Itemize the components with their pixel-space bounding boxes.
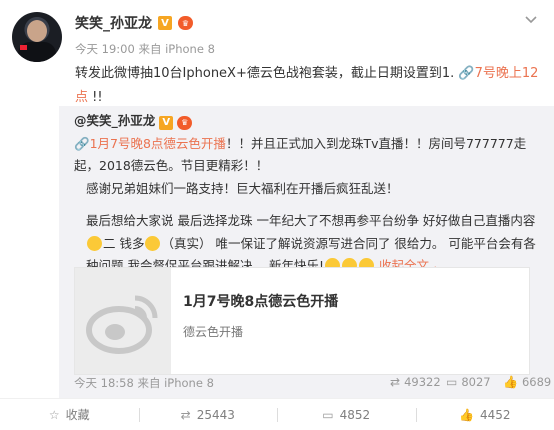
author-name-row: 笑笑_孙亚龙 V ♛ (75, 13, 193, 33)
repost-footer: 今天 18:58 来自 iPhone 8 ⇄ 49322 ▭ 8027 👍 6689 (74, 371, 551, 391)
thumb-up-icon: 👍 (459, 407, 474, 422)
repost-text-3b: 二 钱多 (103, 235, 145, 251)
comment-count[interactable]: ▭ 8027 (446, 375, 491, 389)
repost-icon: ⇄ (180, 407, 191, 422)
repost-text-3: 最后想给大家说 最后选择龙珠 一年纪大了不想再参平台纷争 好好做自己直播内容 (86, 213, 536, 228)
weibo-post: 笑笑_孙亚龙 V ♛ 今天 19:00 来自 iPhone 8 转发此微博抽10… (0, 0, 554, 430)
laugh-emoji-icon (87, 235, 102, 251)
post-meta: 今天 19:00 来自 iPhone 8 (75, 42, 215, 56)
link-card[interactable]: 1月7号晚8点德云色开播 德云色开播 (74, 267, 530, 375)
comment-icon: ▭ (446, 375, 458, 389)
repost-time: 今天 18:58 来自 iPhone 8 (74, 376, 214, 390)
repost-user[interactable]: @笑笑_孙亚龙 (74, 113, 155, 128)
weibo-logo-icon (75, 268, 171, 374)
action-bar: ☆ 收藏 ⇄ 25443 ▭ 4852 👍 4452 (0, 398, 554, 430)
repost-link[interactable]: 🔗1月7号晚8点德云色开播 (74, 136, 226, 151)
repost-button[interactable]: ⇄ 25443 (138, 399, 278, 430)
repost-icon: ⇄ (390, 375, 401, 389)
vip-icon: ♛ (178, 16, 193, 30)
like-button[interactable]: 👍 4452 (415, 399, 554, 430)
repost-content: @笑笑_孙亚龙 V ♛ 🔗1月7号晚8点德云色开播！！并且正式加入到龙珠Tv直播… (74, 110, 539, 278)
thumb-up-icon: 👍 (503, 375, 518, 389)
repost-text-2: 感谢兄弟姐妹们一路支持！巨大福利在开播后疯狂乱送！ (86, 180, 399, 196)
vip-icon: ♛ (177, 116, 193, 131)
author-name[interactable]: 笑笑_孙亚龙 (75, 13, 152, 33)
card-title[interactable]: 1月7号晚8点德云色开播 (183, 291, 338, 311)
avatar[interactable] (12, 12, 62, 62)
comment-icon: ▭ (322, 407, 334, 422)
post-text-end: !! (92, 90, 103, 105)
post-content: 转发此微博抽10台IphoneX+德云色战袍套装，截止日期设置到1. 🔗7号晚上… (75, 62, 540, 110)
repost-count[interactable]: ⇄ 49322 (390, 375, 441, 389)
comment-button[interactable]: ▭ 4852 (277, 399, 416, 430)
chevron-down-icon[interactable] (524, 14, 538, 24)
collect-button[interactable]: ☆ 收藏 (0, 399, 139, 430)
repost-block: @笑笑_孙亚龙 V ♛ 🔗1月7号晚8点德云色开播！！并且正式加入到龙珠Tv直播… (59, 106, 554, 398)
star-icon: ☆ (48, 407, 60, 422)
verified-icon: V (158, 16, 172, 30)
post-text: 转发此微博抽10台IphoneX+德云色战袍套装，截止日期设置到1. (75, 66, 455, 81)
cry-laugh-emoji-icon (145, 235, 161, 251)
card-subtitle: 德云色开播 (183, 325, 244, 339)
verified-icon: V (159, 116, 174, 131)
like-count[interactable]: 👍 6689 (503, 375, 551, 389)
